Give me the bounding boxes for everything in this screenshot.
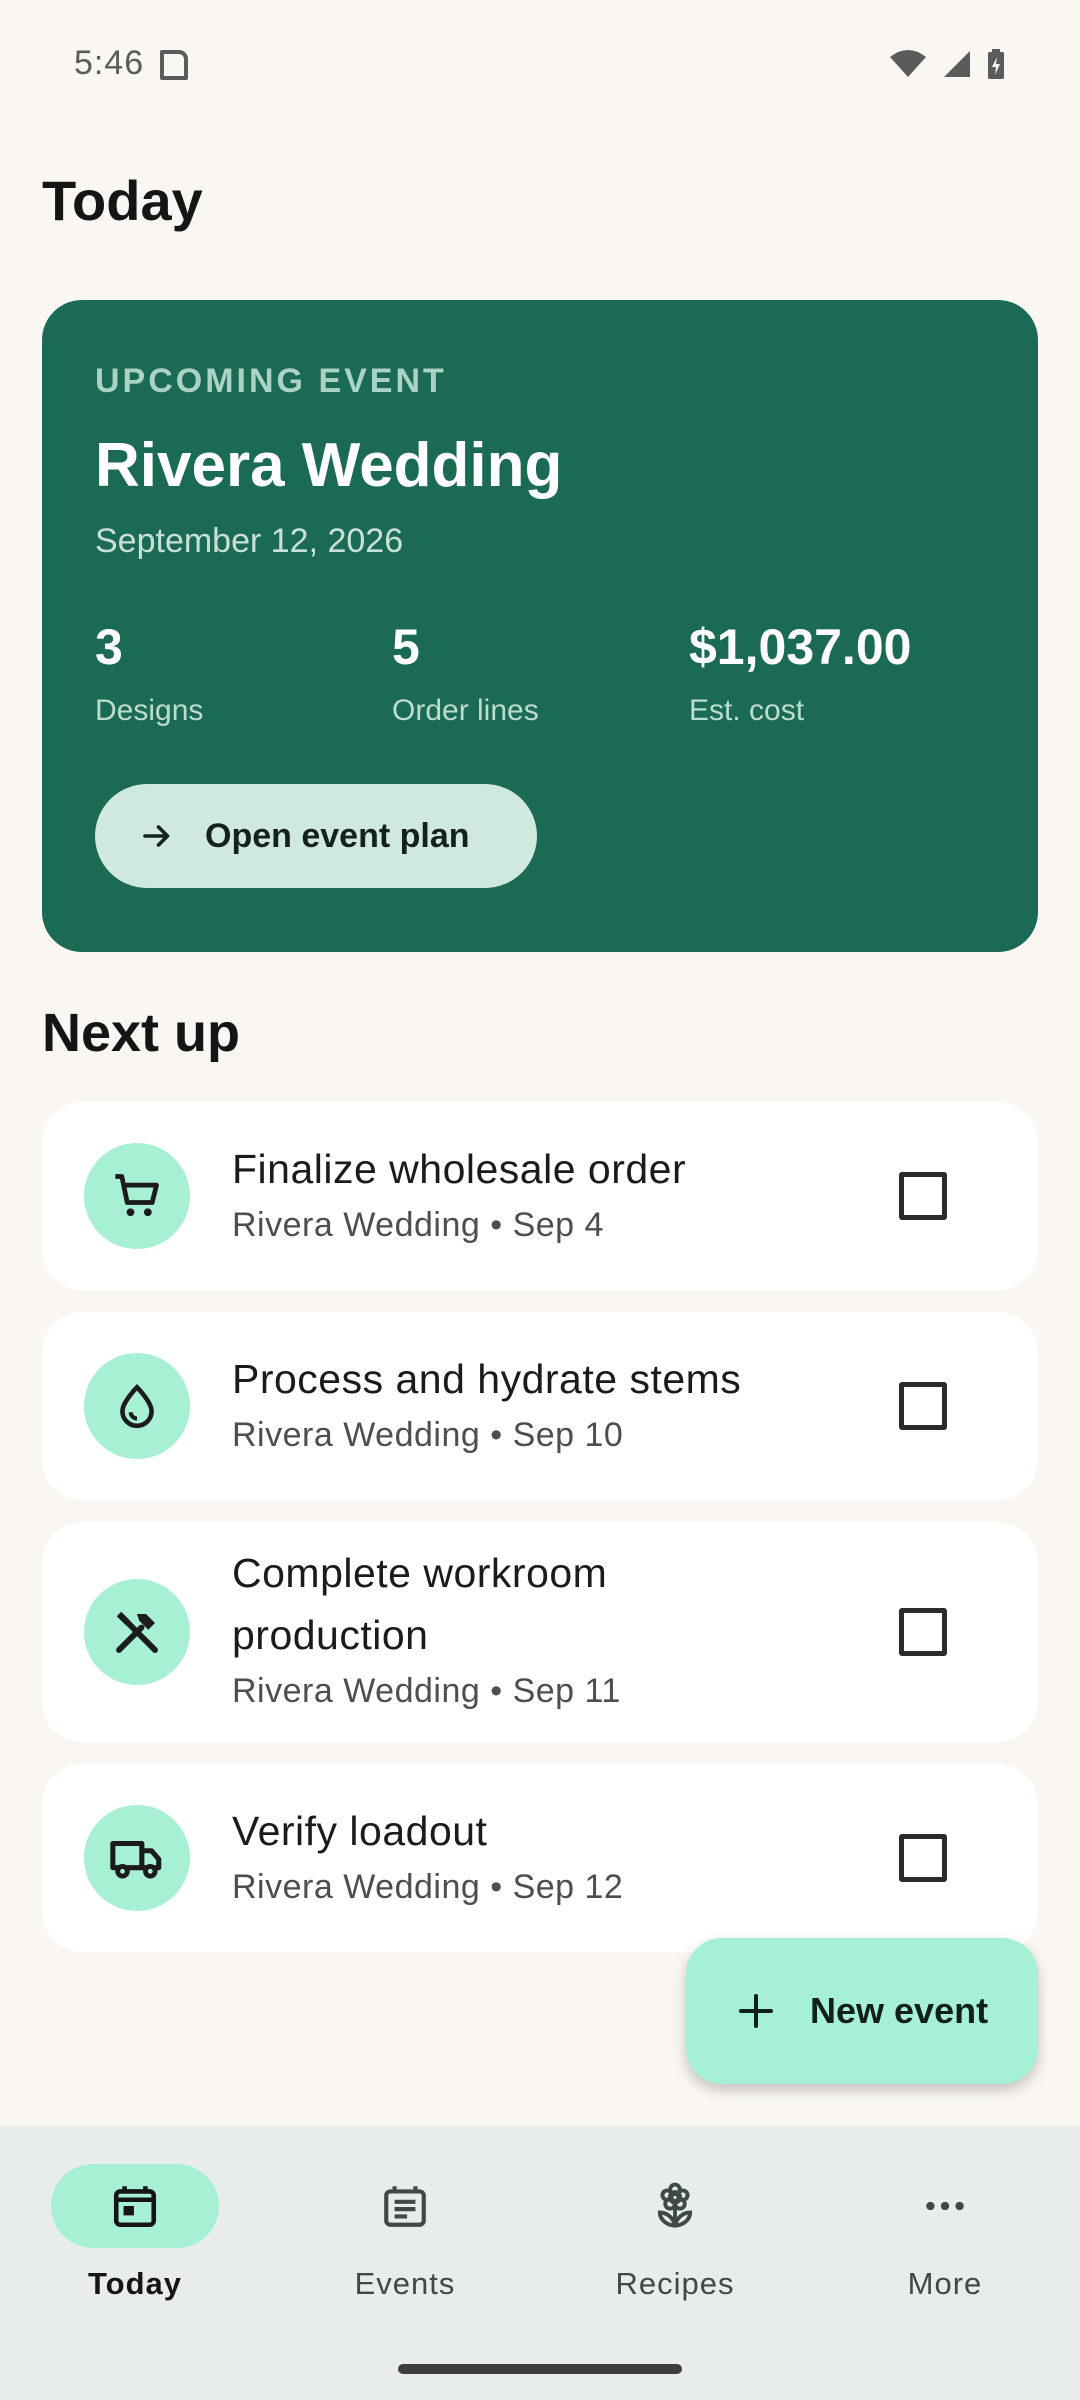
nav-item-more[interactable]: More bbox=[845, 2164, 1045, 2344]
task-checkbox[interactable] bbox=[899, 1834, 947, 1882]
stat-label: Designs bbox=[95, 694, 204, 727]
status-time: 5:46 bbox=[74, 44, 145, 82]
task-title: Complete workroom bbox=[232, 1550, 608, 1596]
task-card[interactable]: Complete workroom production Rivera Wedd… bbox=[42, 1522, 1038, 1742]
nav-indicator bbox=[321, 2164, 489, 2248]
task-title: production bbox=[232, 1612, 429, 1658]
stat-designs: 3 Designs bbox=[95, 618, 203, 728]
open-event-plan-label: Open event plan bbox=[205, 816, 470, 855]
task-icon-circle bbox=[84, 1805, 190, 1911]
nav-label: Events bbox=[354, 2266, 456, 2301]
task-icon-circle bbox=[84, 1353, 190, 1459]
open-event-plan-button[interactable]: Open event plan bbox=[95, 784, 537, 888]
battery-icon bbox=[988, 49, 1004, 79]
nav-label: Today bbox=[88, 2266, 182, 2301]
task-card[interactable]: Verify loadout Rivera Wedding • Sep 12 bbox=[42, 1764, 1038, 1952]
task-checkbox[interactable] bbox=[899, 1608, 947, 1656]
task-card[interactable]: Process and hydrate stems Rivera Wedding… bbox=[42, 1312, 1038, 1500]
status-bar: 5:46 bbox=[0, 0, 1080, 90]
stat-label: Est. cost bbox=[689, 694, 805, 727]
more-dots-icon bbox=[926, 2201, 964, 2211]
new-event-label: New event bbox=[810, 1990, 989, 2031]
task-title: Finalize wholesale order bbox=[232, 1146, 687, 1192]
task-text: Verify loadout Rivera Wedding • Sep 12 bbox=[232, 1800, 832, 1907]
task-title: Process and hydrate stems bbox=[232, 1356, 742, 1402]
stat-label: Order lines bbox=[392, 694, 539, 727]
page-title: Today bbox=[42, 169, 203, 232]
stat-value: $1,037.00 bbox=[689, 619, 912, 675]
task-text: Complete workroom production Rivera Wedd… bbox=[232, 1542, 832, 1711]
event-date: September 12, 2026 bbox=[95, 522, 404, 560]
task-card[interactable]: Finalize wholesale order Rivera Wedding … bbox=[42, 1102, 1038, 1290]
task-text: Finalize wholesale order Rivera Wedding … bbox=[232, 1138, 832, 1245]
task-title: Verify loadout bbox=[232, 1808, 488, 1854]
stat-order-lines: 5 Order lines bbox=[392, 618, 539, 728]
nav-indicator bbox=[861, 2164, 1029, 2248]
task-text: Process and hydrate stems Rivera Wedding… bbox=[232, 1348, 832, 1455]
upcoming-event-kicker: UPCOMING EVENT bbox=[95, 362, 447, 400]
task-meta: Rivera Wedding • Sep 4 bbox=[232, 1206, 604, 1244]
signal-icon bbox=[944, 51, 970, 77]
task-meta: Rivera Wedding • Sep 10 bbox=[232, 1416, 624, 1454]
next-up-heading: Next up bbox=[42, 1003, 241, 1063]
status-icons bbox=[888, 48, 1006, 80]
stat-est-cost: $1,037.00 Est. cost bbox=[689, 618, 911, 728]
nav-indicator bbox=[51, 2164, 219, 2248]
calendar-today-icon bbox=[113, 2186, 157, 2228]
task-icon-circle bbox=[84, 1143, 190, 1249]
new-event-button[interactable]: New event bbox=[686, 1938, 1038, 2084]
plus-icon bbox=[739, 1994, 773, 2028]
event-title: Rivera Wedding bbox=[95, 431, 563, 500]
arrow-right-icon bbox=[143, 825, 170, 847]
today-screen: 5:46 Today UPCOMING EVENT Rivera Wedding… bbox=[0, 0, 1080, 2400]
home-indicator[interactable] bbox=[398, 2364, 682, 2374]
cart-icon bbox=[115, 1174, 159, 1217]
nav-label: Recipes bbox=[615, 2266, 735, 2301]
nav-item-recipes[interactable]: Recipes bbox=[575, 2164, 775, 2344]
nav-label: More bbox=[907, 2266, 983, 2301]
flower-icon bbox=[657, 2182, 693, 2228]
task-checkbox[interactable] bbox=[899, 1382, 947, 1430]
truck-icon bbox=[110, 1840, 162, 1879]
task-checkbox[interactable] bbox=[899, 1172, 947, 1220]
nav-indicator bbox=[591, 2164, 759, 2248]
event-list-icon bbox=[384, 2186, 426, 2227]
bottom-navigation: Today Events Recipes More bbox=[0, 2126, 1080, 2400]
upcoming-event-card: UPCOMING EVENT Rivera Wedding September … bbox=[42, 300, 1038, 952]
task-icon-circle bbox=[84, 1579, 190, 1685]
stat-value: 5 bbox=[392, 619, 420, 675]
wifi-icon bbox=[890, 50, 926, 77]
water-drop-icon bbox=[120, 1384, 154, 1429]
sim-card-icon bbox=[160, 50, 188, 80]
task-meta: Rivera Wedding • Sep 12 bbox=[232, 1868, 624, 1906]
nav-item-today[interactable]: Today bbox=[35, 2164, 235, 2344]
stat-value: 3 bbox=[95, 619, 123, 675]
nav-item-events[interactable]: Events bbox=[305, 2164, 505, 2344]
tools-icon bbox=[116, 1611, 158, 1653]
task-meta: Rivera Wedding • Sep 11 bbox=[232, 1672, 621, 1710]
